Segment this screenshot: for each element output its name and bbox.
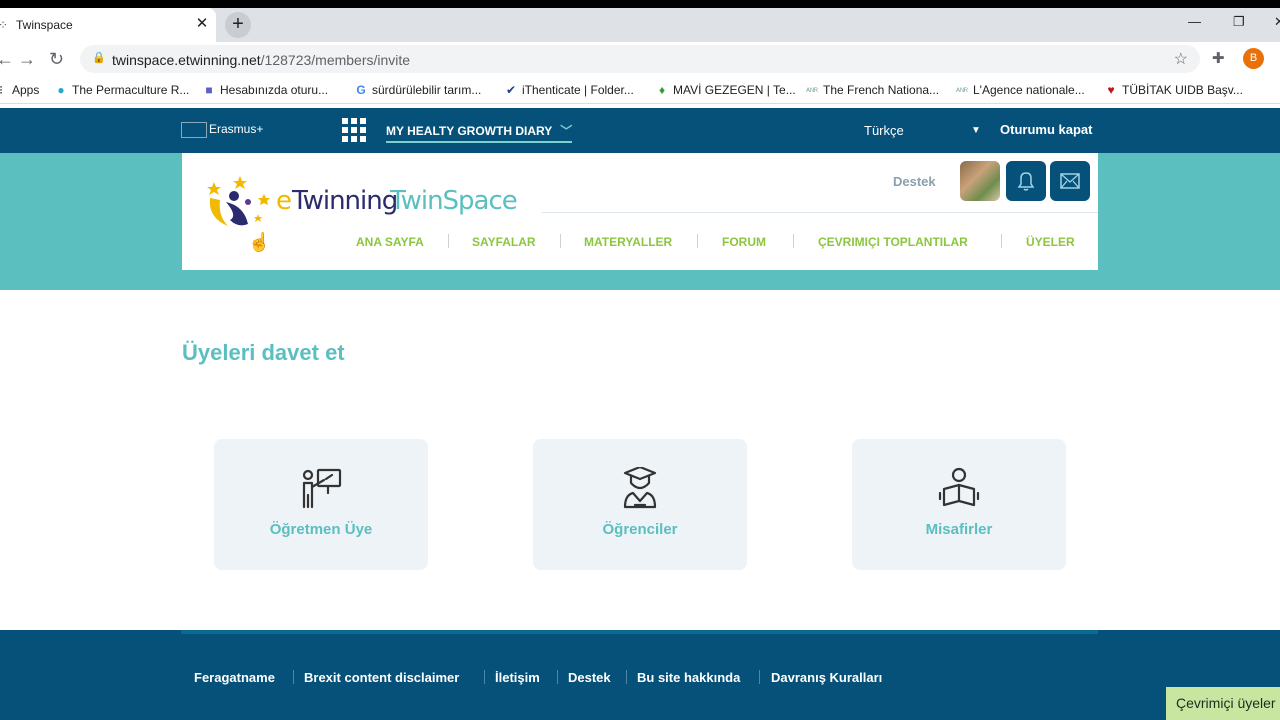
- url-text[interactable]: twinspace.etwinning.net/128723/members/i…: [112, 52, 410, 68]
- url-domain: twinspace.etwinning.net: [112, 52, 261, 68]
- invite-students-card[interactable]: Öğrenciler: [533, 439, 747, 570]
- nav-members[interactable]: ÜYELER: [1026, 235, 1075, 249]
- browser-tab[interactable]: ⁘ Twinspace ✕: [0, 8, 216, 42]
- invite-students-label: Öğrenciler: [602, 521, 678, 538]
- envelope-icon: [1060, 173, 1080, 189]
- bookmark-google-search[interactable]: Gsürdürülebilir tarım...: [354, 83, 481, 97]
- etwinning-emblem-icon[interactable]: [204, 176, 274, 230]
- footer-support-link[interactable]: Destek: [568, 670, 611, 685]
- footer-code-of-conduct-link[interactable]: Davranış Kuralları: [771, 670, 882, 685]
- mouse-pointer-icon: ☝: [248, 232, 271, 252]
- page-title: Üyeleri davet et: [182, 340, 345, 365]
- check-icon: ✔: [505, 83, 517, 97]
- teacher-icon: [302, 468, 342, 509]
- bookmark-apps[interactable]: ⁝Apps: [0, 83, 39, 97]
- logout-link[interactable]: Oturumu kapat: [1000, 122, 1092, 137]
- header-divider: [542, 212, 1098, 213]
- nav-materials[interactable]: MATERYALLER: [584, 235, 672, 249]
- tubitak-icon: ♥: [1107, 83, 1115, 97]
- nav-separator: [560, 234, 561, 248]
- bookmark-tubitak[interactable]: ♥ TÜBİTAK UIDB Başv...: [1104, 83, 1242, 97]
- footer-separator: [484, 670, 485, 684]
- footer-separator: [759, 670, 760, 684]
- nav-forum[interactable]: FORUM: [722, 235, 766, 249]
- user-avatar[interactable]: [960, 161, 1000, 201]
- chevron-down-icon: ﹀: [560, 124, 573, 138]
- browser-toolbar: ← → ↻ 🔒 twinspace.etwinning.net/128723/m…: [0, 42, 1280, 76]
- support-link[interactable]: Destek: [893, 174, 936, 189]
- forward-icon[interactable]: →: [18, 49, 36, 70]
- restore-icon[interactable]: ❐: [1233, 14, 1245, 30]
- invite-guests-label: Misafirler: [925, 521, 993, 538]
- footer-contact-link[interactable]: İletişim: [495, 670, 540, 685]
- eu-flag-icon: [181, 122, 207, 138]
- apps-grid-icon[interactable]: [342, 118, 366, 142]
- tab-close-icon[interactable]: ✕: [192, 14, 212, 32]
- messages-button[interactable]: [1050, 161, 1090, 201]
- footer-separator: [557, 670, 558, 684]
- nav-separator: [1001, 234, 1002, 248]
- nav-home[interactable]: ANA SAYFA: [356, 235, 424, 249]
- notifications-button[interactable]: [1006, 161, 1046, 201]
- bookmark-star-icon[interactable]: ☆: [1174, 49, 1188, 69]
- footer-disclaimer-link[interactable]: Feragatname: [194, 670, 275, 685]
- footer-top-line: [181, 630, 1098, 634]
- footer-brexit-link[interactable]: Brexit content disclaimer: [304, 670, 459, 685]
- nav-separator: [448, 234, 449, 248]
- leaf-icon: ♦: [658, 83, 666, 97]
- anr-icon: ᴬᴺᴿ: [805, 86, 818, 96]
- logo-twinspace: TwinSpace: [390, 186, 518, 216]
- google-icon: G: [356, 83, 366, 97]
- bookmark-agence-nationale[interactable]: ᴬᴺᴿ L'Agence nationale...: [955, 83, 1085, 97]
- bookmark-french-national[interactable]: ᴬᴺᴿ The French Nationa...: [805, 83, 939, 97]
- language-selector[interactable]: Türkçe: [864, 123, 904, 138]
- url-path: /128723/members/invite: [260, 52, 411, 68]
- logo-e: e: [276, 186, 292, 216]
- nav-pages[interactable]: SAYFALAR: [472, 235, 536, 249]
- bookmark-permaculture[interactable]: ● The Permaculture R...: [54, 83, 189, 97]
- teams-icon: ■: [205, 83, 213, 97]
- logo-twinning: Twinning: [292, 186, 398, 216]
- extensions-puzzle-icon[interactable]: ✚: [1212, 49, 1225, 67]
- tab-title: Twinspace: [16, 18, 73, 32]
- nav-online-meetings[interactable]: ÇEVRIMIÇI TOPLANTILAR: [818, 235, 968, 249]
- loading-favicon-icon: ⁘: [0, 18, 8, 32]
- invite-guests-card[interactable]: Misafirler: [852, 439, 1066, 570]
- invite-teacher-label: Öğretmen Üye: [269, 521, 373, 538]
- minimize-icon[interactable]: —: [1188, 14, 1201, 29]
- nav-separator: [697, 234, 698, 248]
- profile-avatar[interactable]: B: [1243, 48, 1264, 69]
- back-icon[interactable]: ←: [0, 49, 14, 70]
- bookmark-ithenticate[interactable]: ✔ iThenticate | Folder...: [504, 83, 634, 97]
- browser-tab-strip: ⁘ Twinspace ✕ + — ❐ ✕: [0, 8, 1280, 42]
- student-icon: [623, 467, 657, 509]
- guest-reader-icon: [938, 467, 980, 507]
- invite-teacher-card[interactable]: Öğretmen Üye: [214, 439, 428, 570]
- caret-down-icon[interactable]: ▼: [971, 125, 981, 136]
- address-bar[interactable]: 🔒 twinspace.etwinning.net/128723/members…: [80, 45, 1200, 73]
- window-close-icon[interactable]: ✕: [1274, 14, 1280, 30]
- project-selector[interactable]: MY HEALTY GROWTH DIARY ﹀: [386, 122, 573, 143]
- reload-icon[interactable]: ↻: [49, 49, 64, 70]
- anr-icon: ᴬᴺᴿ: [955, 86, 968, 96]
- lock-icon: 🔒: [92, 52, 106, 64]
- bookmark-teams[interactable]: ■ Hesabınızda oturu...: [202, 83, 328, 97]
- erasmus-logo[interactable]: Erasmus+: [181, 122, 263, 138]
- apps-icon: ⁝: [0, 83, 8, 97]
- nav-separator: [793, 234, 794, 248]
- online-members-button[interactable]: Çevrimiçi üyeler: [1166, 687, 1280, 720]
- bookmark-mavi-gezegen[interactable]: ♦ MAVİ GEZEGEN | Te...: [655, 83, 796, 97]
- bell-icon: [1017, 172, 1035, 191]
- footer-separator: [293, 670, 294, 684]
- drop-icon: ●: [57, 83, 65, 97]
- new-tab-button[interactable]: +: [225, 12, 251, 38]
- screen-top-edge: [0, 0, 1280, 8]
- bookmarks-bar: ⁝Apps ●The Permaculture R... ■Hesabınızd…: [0, 76, 1280, 104]
- footer-separator: [626, 670, 627, 684]
- footer-about-link[interactable]: Bu site hakkında: [637, 670, 740, 685]
